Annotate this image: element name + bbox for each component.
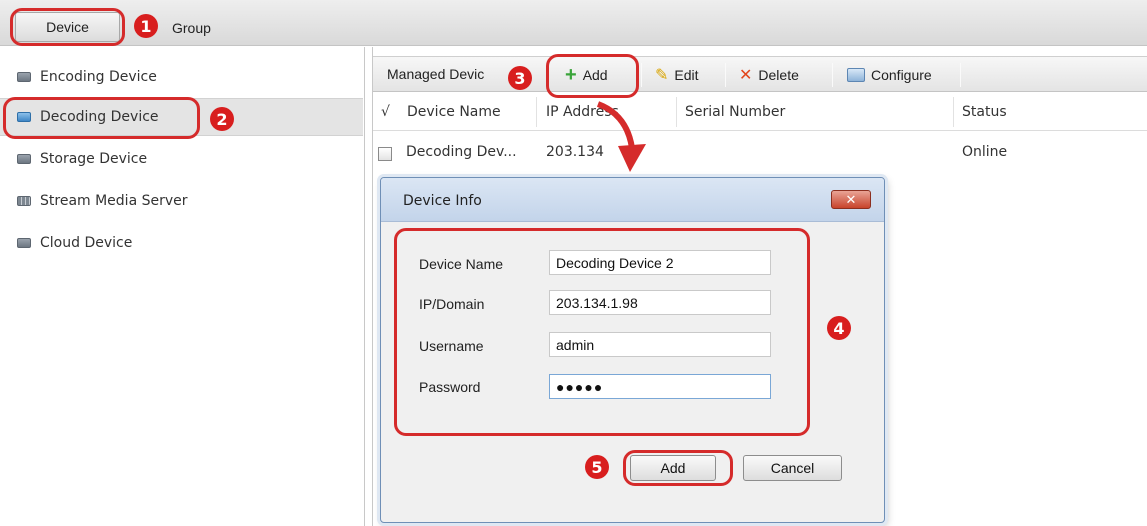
configure-button-label: Configure (871, 67, 932, 83)
configure-button[interactable]: Configure (847, 65, 932, 85)
dialog-title: Device Info (403, 193, 482, 209)
cell-device-name: Decoding Dev... (406, 144, 517, 160)
column-divider (953, 97, 954, 127)
password-field[interactable]: ●●●●● (549, 374, 771, 399)
column-divider (676, 97, 677, 127)
dialog-add-button[interactable]: Add (630, 455, 716, 481)
top-tab-bar: Device Group (0, 0, 1147, 46)
monitor-icon (847, 68, 865, 82)
callout-arrow (596, 101, 646, 172)
device-icon (17, 112, 31, 122)
table-header: √ Device Name IP Address Serial Number S… (373, 93, 1147, 131)
sidebar-item-label: Encoding Device (40, 69, 157, 85)
close-icon: ✕ (845, 191, 857, 207)
add-button[interactable]: + Add (565, 65, 608, 85)
callout-number-4: 4 (827, 316, 851, 340)
device-type-sidebar: Encoding Device Decoding Device Storage … (0, 47, 365, 526)
dialog-cancel-button[interactable]: Cancel (743, 455, 842, 481)
cloud-device-icon (17, 238, 31, 248)
sidebar-item-label: Cloud Device (40, 235, 133, 251)
password-label: Password (419, 379, 481, 395)
sidebar-item-stream-media-server[interactable]: Stream Media Server (0, 182, 363, 220)
dialog-titlebar[interactable]: Device Info ✕ (381, 178, 884, 222)
column-header-device-name[interactable]: Device Name (407, 104, 501, 120)
sidebar-item-cloud-device[interactable]: Cloud Device (0, 224, 363, 262)
pencil-icon: ✎ (655, 67, 669, 84)
device-icon (17, 72, 31, 82)
toolbar-divider (832, 63, 833, 87)
device-info-dialog: Device Info ✕ Device Name Decoding Devic… (380, 177, 885, 523)
edit-button-label: Edit (674, 67, 699, 83)
toolbar: Managed Devic + Add ✎ Edit ✕ Delete Conf… (373, 56, 1147, 92)
row-checkbox[interactable] (378, 147, 392, 161)
add-button-label: Add (582, 67, 608, 83)
username-field[interactable]: admin (549, 332, 771, 357)
storage-icon (17, 154, 31, 164)
tab-device[interactable]: Device (15, 12, 120, 42)
edit-button[interactable]: ✎ Edit (655, 65, 699, 85)
device-name-label: Device Name (419, 256, 504, 272)
username-label: Username (419, 338, 484, 354)
sidebar-item-storage-device[interactable]: Storage Device (0, 140, 363, 178)
callout-number-1: 1 (134, 14, 158, 38)
ip-domain-label: IP/Domain (419, 296, 485, 312)
ip-domain-field[interactable]: 203.134.1.98 (549, 290, 771, 315)
server-icon (17, 196, 31, 206)
device-name-field[interactable]: Decoding Device 2 (549, 250, 771, 275)
close-button[interactable]: ✕ (831, 190, 871, 209)
delete-button[interactable]: ✕ Delete (739, 65, 799, 85)
column-header-serial-number[interactable]: Serial Number (685, 104, 785, 120)
cell-status: Online (962, 144, 1008, 160)
sidebar-item-encoding-device[interactable]: Encoding Device (0, 58, 363, 96)
sidebar-item-decoding-device[interactable]: Decoding Device (0, 98, 363, 136)
callout-number-5: 5 (585, 455, 609, 479)
toolbar-divider (725, 63, 726, 87)
sidebar-item-label: Decoding Device (40, 109, 159, 125)
column-header-status[interactable]: Status (962, 104, 1007, 120)
delete-button-label: Delete (758, 67, 799, 83)
sidebar-item-label: Storage Device (40, 151, 148, 167)
toolbar-title: Managed Devic (387, 66, 485, 82)
sidebar-item-label: Stream Media Server (40, 193, 188, 209)
toolbar-divider (641, 63, 642, 87)
callout-number-3: 3 (508, 66, 532, 90)
column-divider (536, 97, 537, 127)
column-header-select[interactable]: √ (381, 104, 390, 120)
tab-group[interactable]: Group (172, 16, 211, 40)
delete-x-icon: ✕ (739, 67, 753, 84)
password-mask: ●●●●● (556, 378, 604, 395)
table-row[interactable]: Decoding Dev... 203.134 Online (373, 133, 1147, 173)
plus-icon: + (565, 64, 577, 86)
callout-number-2: 2 (210, 107, 234, 131)
toolbar-divider (960, 63, 961, 87)
